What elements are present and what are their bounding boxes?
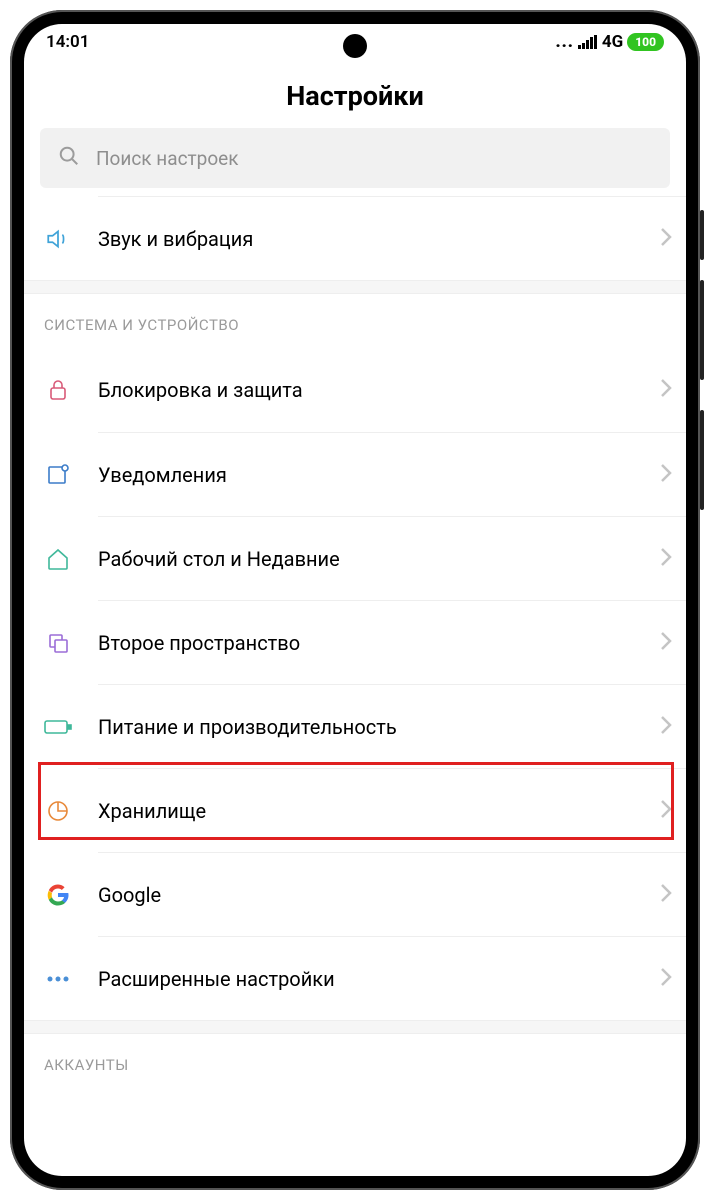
status-time: 14:01 bbox=[46, 32, 89, 52]
screen: 14:01 ... 4G 100 Настройки Поиск настрое… bbox=[24, 24, 686, 1176]
battery-indicator: 100 bbox=[627, 33, 664, 51]
page-title: Настройки bbox=[24, 58, 686, 128]
section-divider bbox=[24, 1020, 686, 1034]
chevron-right-icon bbox=[660, 463, 672, 487]
list-item-label: Питание и производительность bbox=[98, 715, 660, 739]
list-item-label: Звук и вибрация bbox=[98, 227, 660, 251]
list-item-home[interactable]: Рабочий стол и Недавние bbox=[98, 516, 686, 600]
chevron-right-icon bbox=[660, 227, 672, 251]
storage-icon bbox=[44, 797, 72, 825]
section-divider bbox=[24, 280, 686, 294]
settings-scroll[interactable]: Звук и вибрация СИСТЕМА И УСТРОЙСТВО Бло… bbox=[24, 196, 686, 1168]
more-dots-icon bbox=[44, 965, 72, 993]
list-item-battery[interactable]: Питание и производительность bbox=[98, 684, 686, 768]
section-header-system: СИСТЕМА И УСТРОЙСТВО bbox=[24, 294, 686, 348]
list-item-google[interactable]: Google bbox=[98, 852, 686, 936]
more-icon: ... bbox=[555, 32, 573, 52]
google-icon bbox=[44, 881, 72, 909]
list-item-label: Google bbox=[98, 883, 660, 907]
notifications-icon bbox=[44, 461, 72, 489]
chevron-right-icon bbox=[660, 715, 672, 739]
chevron-right-icon bbox=[660, 378, 672, 402]
battery-icon bbox=[44, 713, 72, 741]
list-item-storage[interactable]: Хранилище bbox=[98, 768, 686, 852]
list-item-label: Хранилище bbox=[98, 799, 660, 823]
chevron-right-icon bbox=[660, 547, 672, 571]
camera-notch bbox=[343, 34, 367, 58]
power-button bbox=[700, 210, 704, 260]
chevron-right-icon bbox=[660, 799, 672, 823]
status-right: ... 4G 100 bbox=[555, 32, 664, 52]
search-placeholder: Поиск настроек bbox=[96, 147, 239, 170]
chevron-right-icon bbox=[660, 631, 672, 655]
section-header-accounts: АККАУНТЫ bbox=[24, 1034, 686, 1094]
lock-icon bbox=[44, 376, 72, 404]
search-icon bbox=[58, 145, 80, 171]
list-item-label: Блокировка и защита bbox=[98, 378, 660, 402]
search-input[interactable]: Поиск настроек bbox=[40, 128, 670, 188]
list-item-advanced[interactable]: Расширенные настройки bbox=[98, 936, 686, 1020]
home-icon bbox=[44, 545, 72, 573]
list-item-label: Рабочий стол и Недавние bbox=[98, 547, 660, 571]
network-label: 4G bbox=[602, 32, 623, 52]
phone-frame: 14:01 ... 4G 100 Настройки Поиск настрое… bbox=[10, 10, 700, 1190]
list-item-sound[interactable]: Звук и вибрация bbox=[98, 196, 686, 280]
list-item-second-space[interactable]: Второе пространство bbox=[98, 600, 686, 684]
list-item-notifications[interactable]: Уведомления bbox=[98, 432, 686, 516]
chevron-right-icon bbox=[660, 967, 672, 991]
signal-icon bbox=[578, 35, 598, 49]
list-item-lock[interactable]: Блокировка и защита bbox=[98, 348, 686, 432]
list-item-label: Расширенные настройки bbox=[98, 967, 660, 991]
copy-icon bbox=[44, 629, 72, 657]
volume-up-button bbox=[700, 280, 704, 380]
sound-icon bbox=[44, 225, 72, 253]
volume-down-button bbox=[700, 410, 704, 510]
chevron-right-icon bbox=[660, 883, 672, 907]
list-item-label: Уведомления bbox=[98, 463, 660, 487]
list-item-label: Второе пространство bbox=[98, 631, 660, 655]
